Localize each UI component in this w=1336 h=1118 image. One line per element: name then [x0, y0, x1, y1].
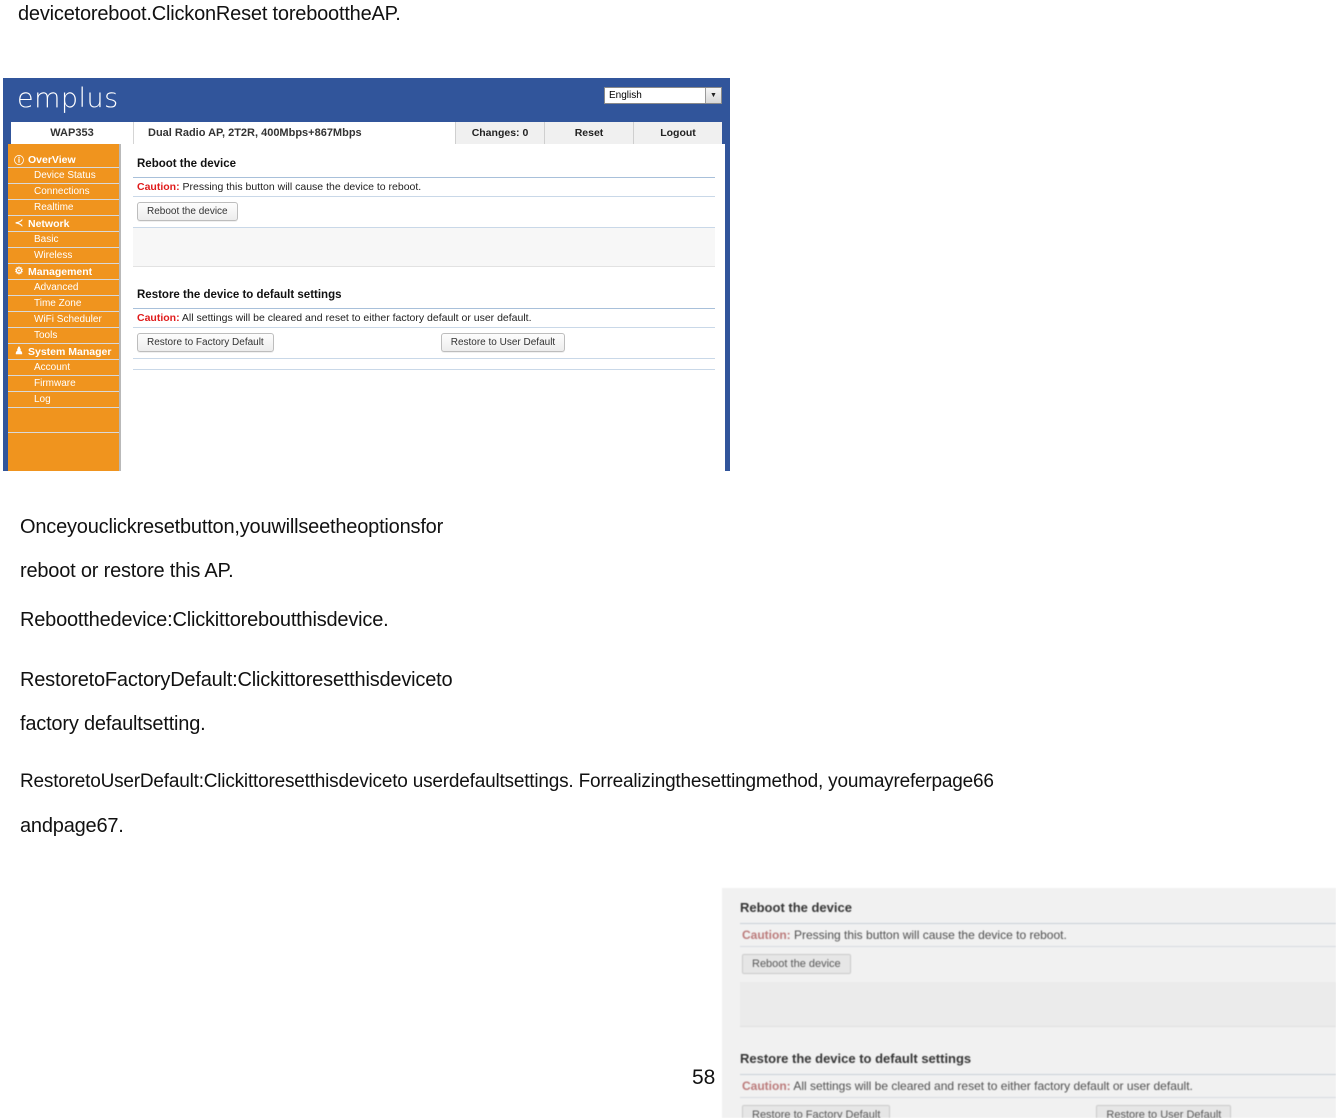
section-gap-secondary — [740, 1027, 1336, 1051]
intro-sentence: devicetoreboot.ClickonReset toreboottheA… — [18, 3, 401, 25]
logout-button[interactable]: Logout — [633, 122, 722, 144]
caution-label: Caution: — [742, 1079, 791, 1093]
caution-label: Caution: — [742, 928, 791, 942]
sidebar-group-management[interactable]: ⚙ Management — [8, 264, 119, 280]
caution-text: All settings will be cleared and reset t… — [790, 1079, 1193, 1093]
reboot-caution-secondary: Caution: Pressing this button will cause… — [740, 923, 1336, 947]
restore-to-factory-default-button[interactable]: Restore to Factory Default — [137, 333, 274, 352]
sidebar-group-label: System Manager — [28, 345, 112, 358]
reboot-the-device-button[interactable]: Reboot the device — [137, 202, 238, 221]
gear-icon: ⚙ — [14, 266, 24, 277]
paragraph-reboot-device: Rebootthedevice:Clickittoreboutthisdevic… — [20, 609, 389, 631]
restore-button-row-secondary: Restore to Factory Default Restore to Us… — [740, 1098, 1336, 1118]
emplus-logo: emplus — [17, 83, 119, 114]
sidebar-group-overview[interactable]: ⓘ OverView — [8, 152, 119, 168]
reboot-button-row: Reboot the device — [133, 197, 715, 228]
paragraph-user-line1: RestoretoUserDefault:Clickittoresetthisd… — [20, 771, 994, 792]
restore-to-user-default-button[interactable]: Restore to User Default — [440, 333, 566, 352]
sidebar-item-wifi-scheduler[interactable]: WiFi Scheduler — [8, 312, 119, 328]
paragraph-once-line1: Onceyouclickresetbutton,youwillseetheopt… — [20, 516, 444, 538]
device-description: Dual Radio AP, 2T2R, 400Mbps+867Mbps — [134, 122, 455, 144]
button-spacer-secondary — [890, 1105, 1096, 1118]
reboot-button-row-secondary: Reboot the device — [740, 947, 1336, 982]
language-select-value: English — [609, 90, 642, 101]
router-admin-screenshot: emplus English ▼ WAP353 Dual Radio AP, 2… — [3, 78, 730, 471]
restore-button-row: Restore to Factory Default Restore to Us… — [133, 328, 715, 359]
sidebar-item-basic[interactable]: Basic — [8, 232, 119, 248]
restore-section-title-secondary: Restore the device to default settings — [740, 1051, 972, 1066]
caution-text: Pressing this button will cause the devi… — [179, 181, 422, 193]
paragraph-factory-line1: RestoretoFactoryDefault:Clickittoresetth… — [20, 669, 453, 691]
reboot-section-pad-secondary — [740, 982, 1336, 1027]
changes-counter: Changes: 0 — [455, 122, 544, 144]
sidebar-item-time-zone[interactable]: Time Zone — [8, 296, 119, 312]
caution-label: Caution: — [137, 181, 180, 193]
info-bar: WAP353 Dual Radio AP, 2T2R, 400Mbps+867M… — [3, 122, 730, 144]
reboot-the-device-button-secondary[interactable]: Reboot the device — [742, 954, 851, 974]
sidebar-item-tools[interactable]: Tools — [8, 328, 119, 344]
sidebar-group-label: OverView — [28, 153, 76, 166]
paragraph-once-line2: reboot or restore this AP. — [20, 560, 234, 582]
reboot-caution: Caution: Pressing this button will cause… — [133, 178, 715, 197]
share-network-icon: ≺ — [14, 218, 24, 229]
brand-bar: emplus English ▼ — [3, 78, 730, 122]
language-select[interactable]: English ▼ — [604, 87, 722, 104]
reset-button[interactable]: Reset — [544, 122, 633, 144]
paragraph-user-line2: andpage67. — [20, 815, 124, 837]
sidebar-item-advanced[interactable]: Advanced — [8, 280, 119, 296]
restore-caution-secondary: Caution: All settings will be cleared an… — [740, 1074, 1336, 1098]
device-model: WAP353 — [11, 122, 134, 144]
sidebar-group-label: Management — [28, 265, 93, 278]
reboot-section-title: Reboot the device — [137, 158, 237, 170]
reboot-section: Caution: Pressing this button will cause… — [133, 177, 715, 267]
main-content: Reboot the device Caution: Pressing this… — [121, 144, 725, 471]
sidebar-nav: ⓘ OverView Device Status Connections Rea… — [8, 144, 121, 471]
sidebar-item-account[interactable]: Account — [8, 360, 119, 376]
sidebar-filler — [8, 408, 119, 433]
caution-label: Caution: — [137, 312, 180, 324]
caution-text: All settings will be cleared and reset t… — [179, 312, 532, 324]
sidebar-group-network[interactable]: ≺ Network — [8, 216, 119, 232]
button-spacer — [274, 333, 441, 352]
info-circle-icon: ⓘ — [14, 156, 24, 167]
sidebar-item-log[interactable]: Log — [8, 392, 119, 408]
sidebar-item-wireless[interactable]: Wireless — [8, 248, 119, 264]
restore-section-title: Restore the device to default settings — [137, 289, 342, 301]
restore-to-user-default-button-secondary[interactable]: Restore to User Default — [1096, 1105, 1232, 1118]
restore-section-rule — [133, 359, 715, 370]
restore-to-factory-default-button-secondary[interactable]: Restore to Factory Default — [742, 1105, 891, 1118]
page-number: 58 — [692, 1066, 716, 1089]
chevron-down-icon[interactable]: ▼ — [705, 88, 721, 103]
restore-section: Caution: All settings will be cleared an… — [133, 308, 715, 370]
reboot-section-pad — [133, 228, 715, 267]
sidebar-item-firmware[interactable]: Firmware — [8, 376, 119, 392]
sidebar-item-realtime[interactable]: Realtime — [8, 200, 119, 216]
ui-body: ⓘ OverView Device Status Connections Rea… — [3, 144, 730, 471]
paragraph-factory-line2: factory defaultsetting. — [20, 713, 206, 735]
sidebar-item-device-status[interactable]: Device Status — [8, 168, 119, 184]
sidebar-group-label: Network — [28, 217, 70, 230]
sidebar-group-system-manager[interactable]: ♟ System Manager — [8, 344, 119, 360]
reboot-section-title-secondary: Reboot the device — [740, 900, 852, 915]
caution-text: Pressing this button will cause the devi… — [790, 928, 1067, 942]
router-admin-screenshot-secondary: Reboot the device Caution: Pressing this… — [722, 888, 1336, 1118]
sidebar-item-connections[interactable]: Connections — [8, 184, 119, 200]
restore-caution: Caution: All settings will be cleared an… — [133, 309, 715, 328]
user-icon: ♟ — [14, 346, 24, 357]
